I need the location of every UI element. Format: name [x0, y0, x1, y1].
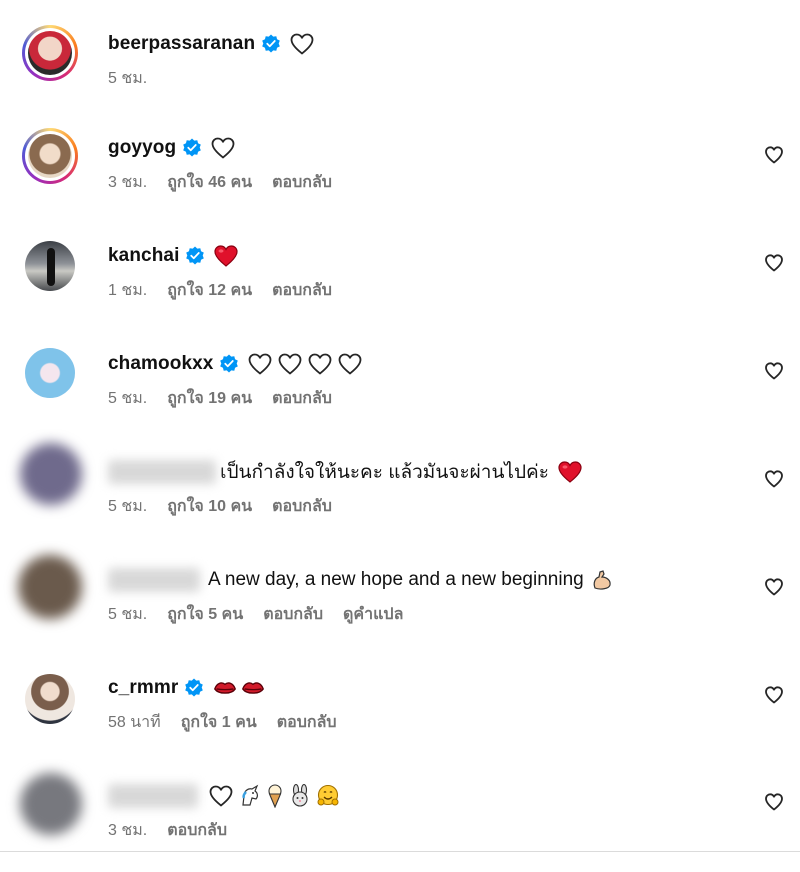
ice-cream-emoji: [266, 784, 284, 809]
likes-count[interactable]: ถูกใจ 1 คน: [181, 710, 257, 735]
avatar[interactable]: [22, 238, 78, 294]
avatar[interactable]: [20, 773, 82, 835]
heart-outline-icon: [277, 352, 303, 376]
likes-count[interactable]: ถูกใจ 19 คน: [167, 386, 252, 411]
avatar[interactable]: [18, 555, 82, 619]
comment-time[interactable]: 5 ชม.: [108, 602, 147, 627]
like-heart-icon[interactable]: [763, 576, 785, 598]
comment-time[interactable]: 5 ชม.: [108, 66, 147, 91]
reply-button[interactable]: ตอบกลับ: [272, 494, 332, 519]
avatar[interactable]: [20, 443, 82, 505]
likes-count[interactable]: ถูกใจ 10 คน: [167, 494, 252, 519]
like-heart-icon[interactable]: [763, 144, 785, 166]
reply-button[interactable]: ตอบกลับ: [277, 710, 337, 735]
username[interactable]: goyyog: [108, 137, 176, 159]
red-heart-icon: [557, 460, 583, 484]
unicorn-emoji: [238, 784, 262, 808]
blurred-username[interactable]: [108, 784, 198, 808]
likes-count[interactable]: ถูกใจ 12 คน: [167, 278, 252, 303]
blurred-username[interactable]: [108, 460, 216, 484]
flexed-biceps-emoji: [590, 568, 614, 592]
avatar[interactable]: [22, 345, 78, 401]
heart-outline-icon: [210, 136, 236, 160]
like-heart-icon[interactable]: [763, 360, 785, 382]
comment-time[interactable]: 3 ชม.: [108, 170, 147, 195]
verified-badge-icon: [261, 34, 281, 54]
avatar[interactable]: [22, 671, 78, 727]
verified-badge-icon: [219, 354, 239, 374]
reply-button[interactable]: ตอบกลับ: [272, 386, 332, 411]
avatar[interactable]: [22, 128, 78, 184]
likes-count[interactable]: ถูกใจ 5 คน: [167, 602, 243, 627]
comment-time[interactable]: 5 ชม.: [108, 386, 147, 411]
comment-text: เป็นกำลังใจให้นะคะ แล้วมันจะผ่านไปค่ะ: [220, 462, 549, 483]
reply-button[interactable]: ตอบกลับ: [272, 278, 332, 303]
like-heart-icon[interactable]: [763, 684, 785, 706]
blurred-username[interactable]: [108, 568, 200, 592]
kiss-lips-emoji: [212, 676, 238, 700]
heart-outline-icon: [307, 352, 333, 376]
comment-time[interactable]: 5 ชม.: [108, 494, 147, 519]
username[interactable]: chamookxx: [108, 353, 213, 375]
verified-badge-icon: [185, 246, 205, 266]
likes-count[interactable]: ถูกใจ 46 คน: [167, 170, 252, 195]
hugging-face-emoji: [316, 784, 340, 808]
username[interactable]: beerpassaranan: [108, 33, 255, 55]
comment-time[interactable]: 1 ชม.: [108, 278, 147, 303]
like-heart-icon[interactable]: [763, 468, 785, 490]
red-heart-icon: [213, 244, 239, 268]
kiss-lips-emoji: [240, 676, 266, 700]
comment-time[interactable]: 58 นาที: [108, 710, 161, 735]
heart-outline-icon: [289, 32, 315, 56]
verified-badge-icon: [182, 138, 202, 158]
verified-badge-icon: [184, 678, 204, 698]
username[interactable]: kanchai: [108, 245, 179, 267]
reply-button[interactable]: ตอบกลับ: [272, 170, 332, 195]
username[interactable]: c_rmmr: [108, 677, 178, 699]
like-heart-icon[interactable]: [763, 791, 785, 813]
heart-outline-icon: [337, 352, 363, 376]
see-translation-button[interactable]: ดูคำแปล: [343, 602, 403, 627]
divider: [0, 851, 800, 852]
rabbit-emoji: [288, 783, 312, 808]
heart-outline-icon: [208, 784, 234, 808]
reply-button[interactable]: ตอบกลับ: [263, 602, 323, 627]
comment-time[interactable]: 3 ชม.: [108, 818, 147, 843]
reply-button[interactable]: ตอบกลับ: [167, 818, 227, 843]
heart-outline-icon: [247, 352, 273, 376]
like-heart-icon[interactable]: [763, 252, 785, 274]
avatar[interactable]: [22, 25, 78, 81]
comment-text: A new day, a new hope and a new beginnin…: [208, 569, 584, 590]
